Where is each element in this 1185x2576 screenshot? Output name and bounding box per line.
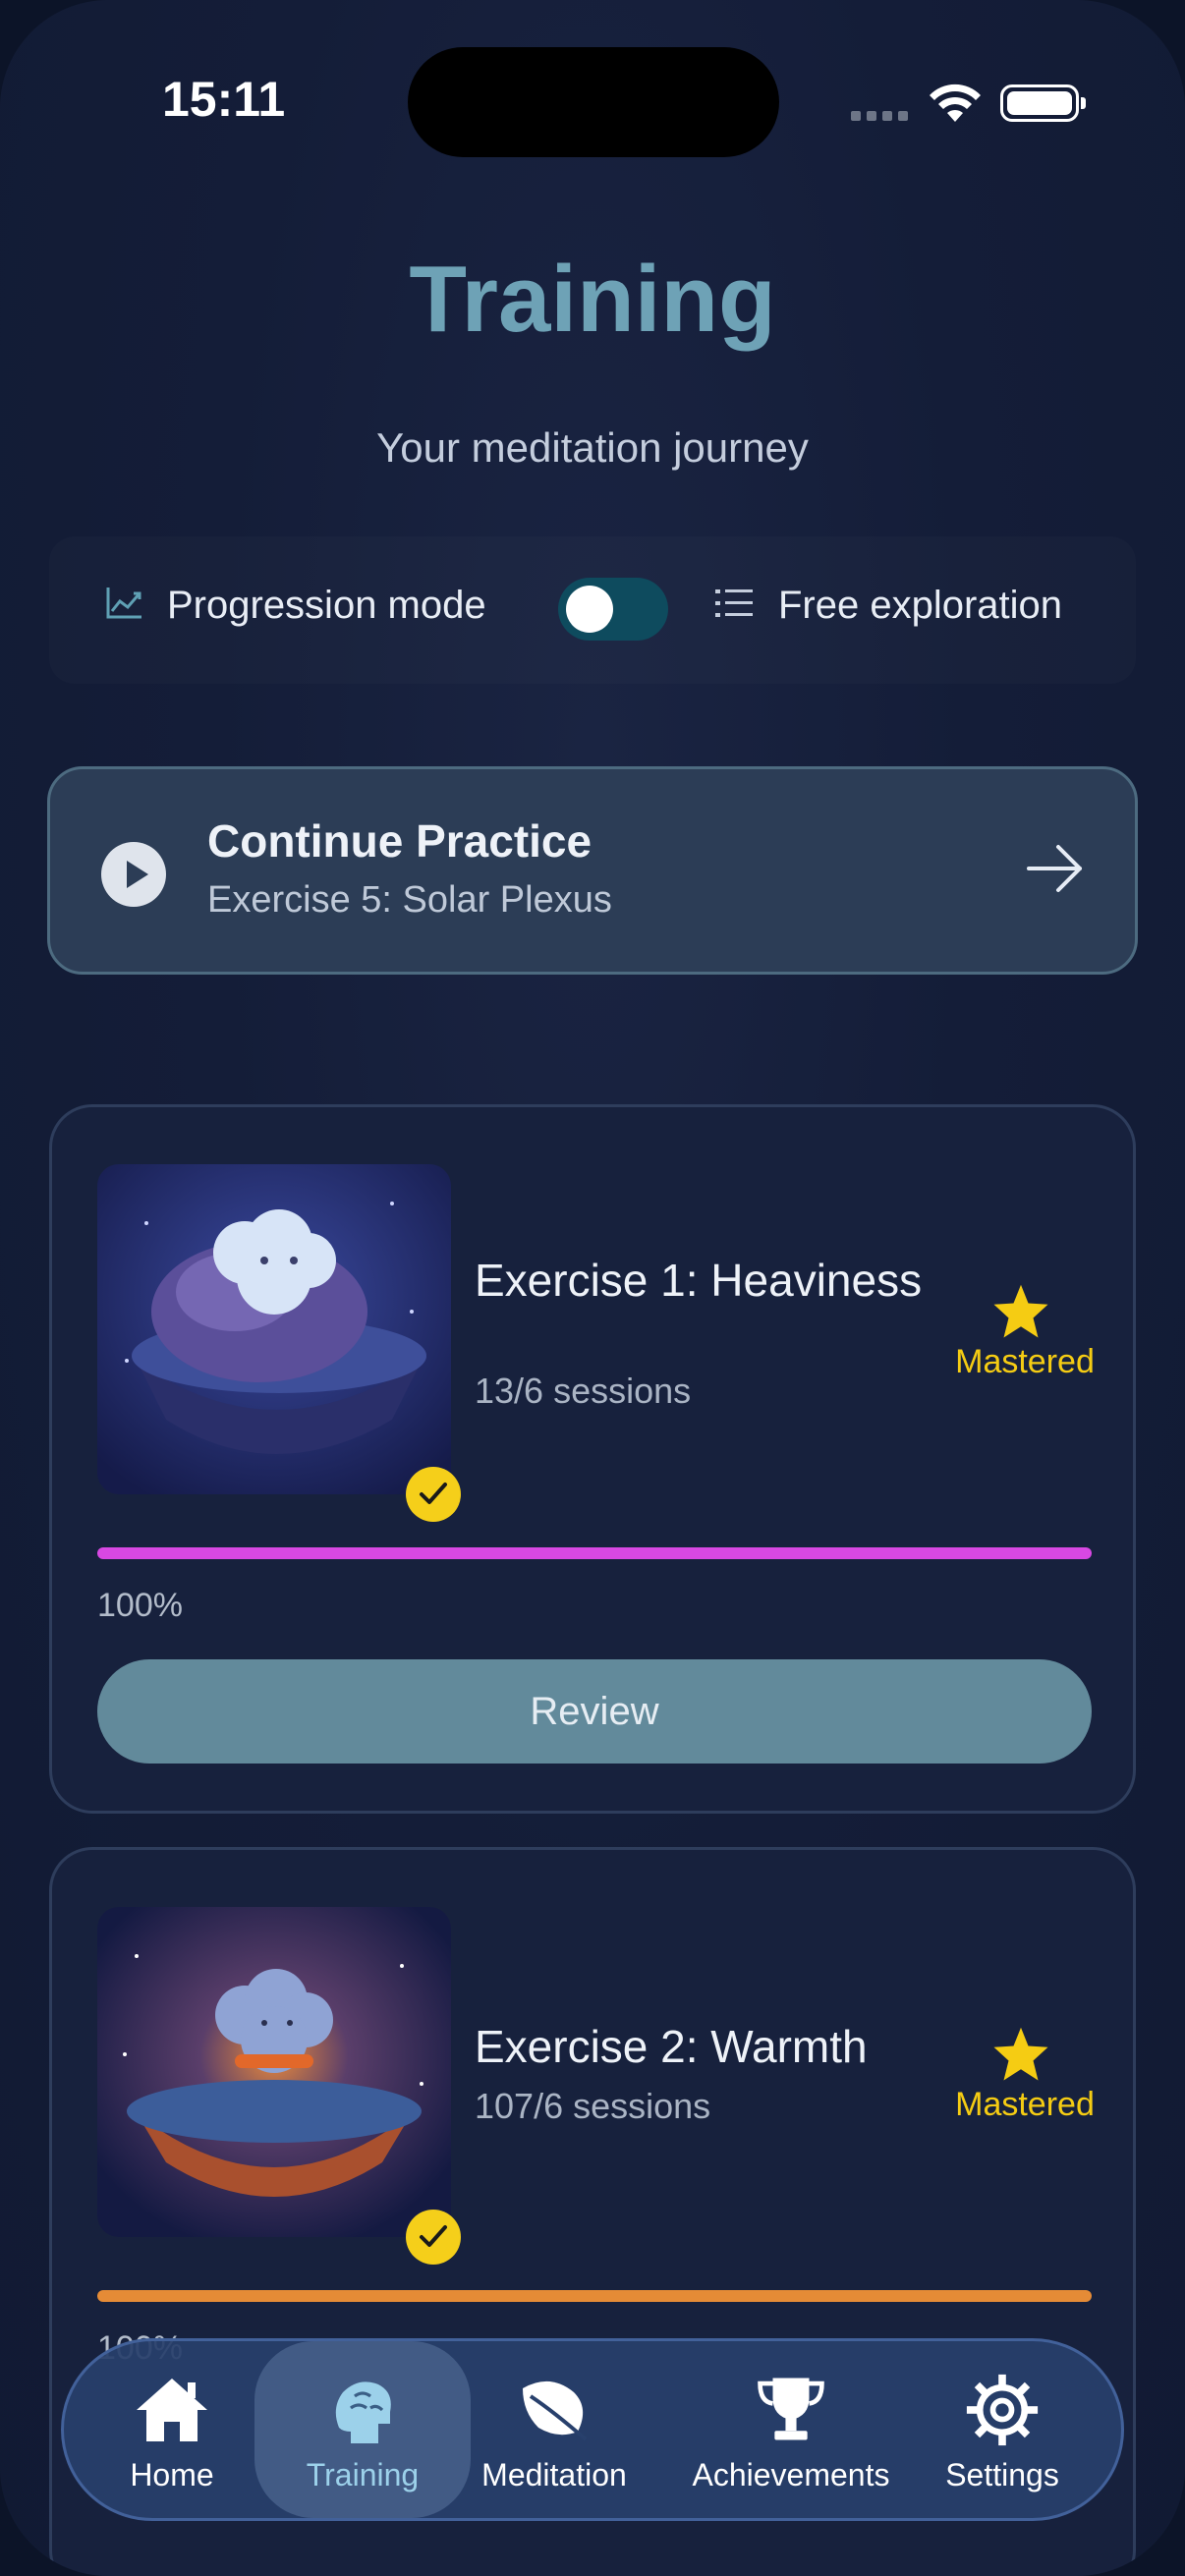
review-button[interactable]: Review (97, 1659, 1092, 1764)
free-exploration[interactable]: Free exploration (713, 584, 1062, 628)
tab-training[interactable]: Training (254, 2341, 471, 2518)
dynamic-island (408, 47, 779, 157)
completed-check-icon (406, 1467, 461, 1522)
trophy-icon (755, 2373, 827, 2450)
tab-settings[interactable]: Settings (919, 2341, 1086, 2518)
tab-label: Home (130, 2457, 214, 2492)
exercise-title: Exercise 2: Warmth (475, 2021, 868, 2072)
tab-home[interactable]: Home (103, 2341, 241, 2518)
chart-line-icon (102, 584, 145, 628)
gear-icon (965, 2373, 1040, 2452)
tab-label: Training (306, 2457, 420, 2492)
leaf-icon (515, 2373, 593, 2450)
brain-icon (323, 2373, 402, 2456)
star-icon (991, 1282, 1050, 1344)
battery-icon (1000, 84, 1086, 122)
screen: 15:11 Training Your meditation journey P… (0, 0, 1185, 2576)
page-subtitle: Your meditation journey (376, 424, 809, 471)
exercise-title: Exercise 1: Heaviness (475, 1255, 923, 1306)
toggle-knob (566, 586, 613, 633)
page-title: Training (409, 247, 776, 352)
progression-mode[interactable]: Progression mode (102, 584, 486, 628)
progress-bar (97, 1547, 1092, 1559)
exercise-sessions: 107/6 sessions (475, 2086, 711, 2126)
mode-toggle[interactable] (558, 578, 668, 641)
mastered-badge: Mastered (955, 2086, 1095, 2123)
tab-label: Achievements (692, 2457, 890, 2492)
progression-mode-label: Progression mode (167, 584, 486, 627)
progress-bar (97, 2290, 1092, 2302)
tab-label: Settings (945, 2457, 1059, 2492)
progress-percent: 100% (97, 1587, 183, 1624)
status-time: 15:11 (162, 72, 286, 127)
mode-switch-row: Progression mode Free exploration (49, 536, 1136, 684)
arrow-right-icon (1025, 842, 1086, 900)
exercise-card[interactable]: Exercise 1: Heaviness 13/6 sessions Mast… (49, 1104, 1136, 1814)
wifi-icon (928, 83, 983, 129)
tab-label: Meditation (481, 2457, 627, 2492)
exercise-thumbnail (97, 1164, 451, 1494)
home-icon (133, 2373, 211, 2450)
play-icon (101, 842, 166, 907)
continue-subtitle: Exercise 5: Solar Plexus (207, 879, 612, 921)
exercise-thumbnail (97, 1907, 451, 2237)
continue-title: Continue Practice (207, 815, 592, 867)
mastered-badge: Mastered (955, 1343, 1095, 1380)
free-exploration-label: Free exploration (778, 584, 1063, 627)
star-icon (991, 2025, 1050, 2087)
tab-meditation[interactable]: Meditation (471, 2341, 638, 2518)
completed-check-icon (406, 2210, 461, 2265)
cellular-signal-icon (851, 108, 914, 126)
exercise-sessions: 13/6 sessions (475, 1371, 692, 1411)
list-icon (713, 586, 757, 626)
tab-bar: Home Training Meditation Achievements Se… (61, 2338, 1124, 2521)
continue-practice-button[interactable]: Continue Practice Exercise 5: Solar Plex… (47, 766, 1138, 975)
tab-achievements[interactable]: Achievements (673, 2341, 909, 2518)
